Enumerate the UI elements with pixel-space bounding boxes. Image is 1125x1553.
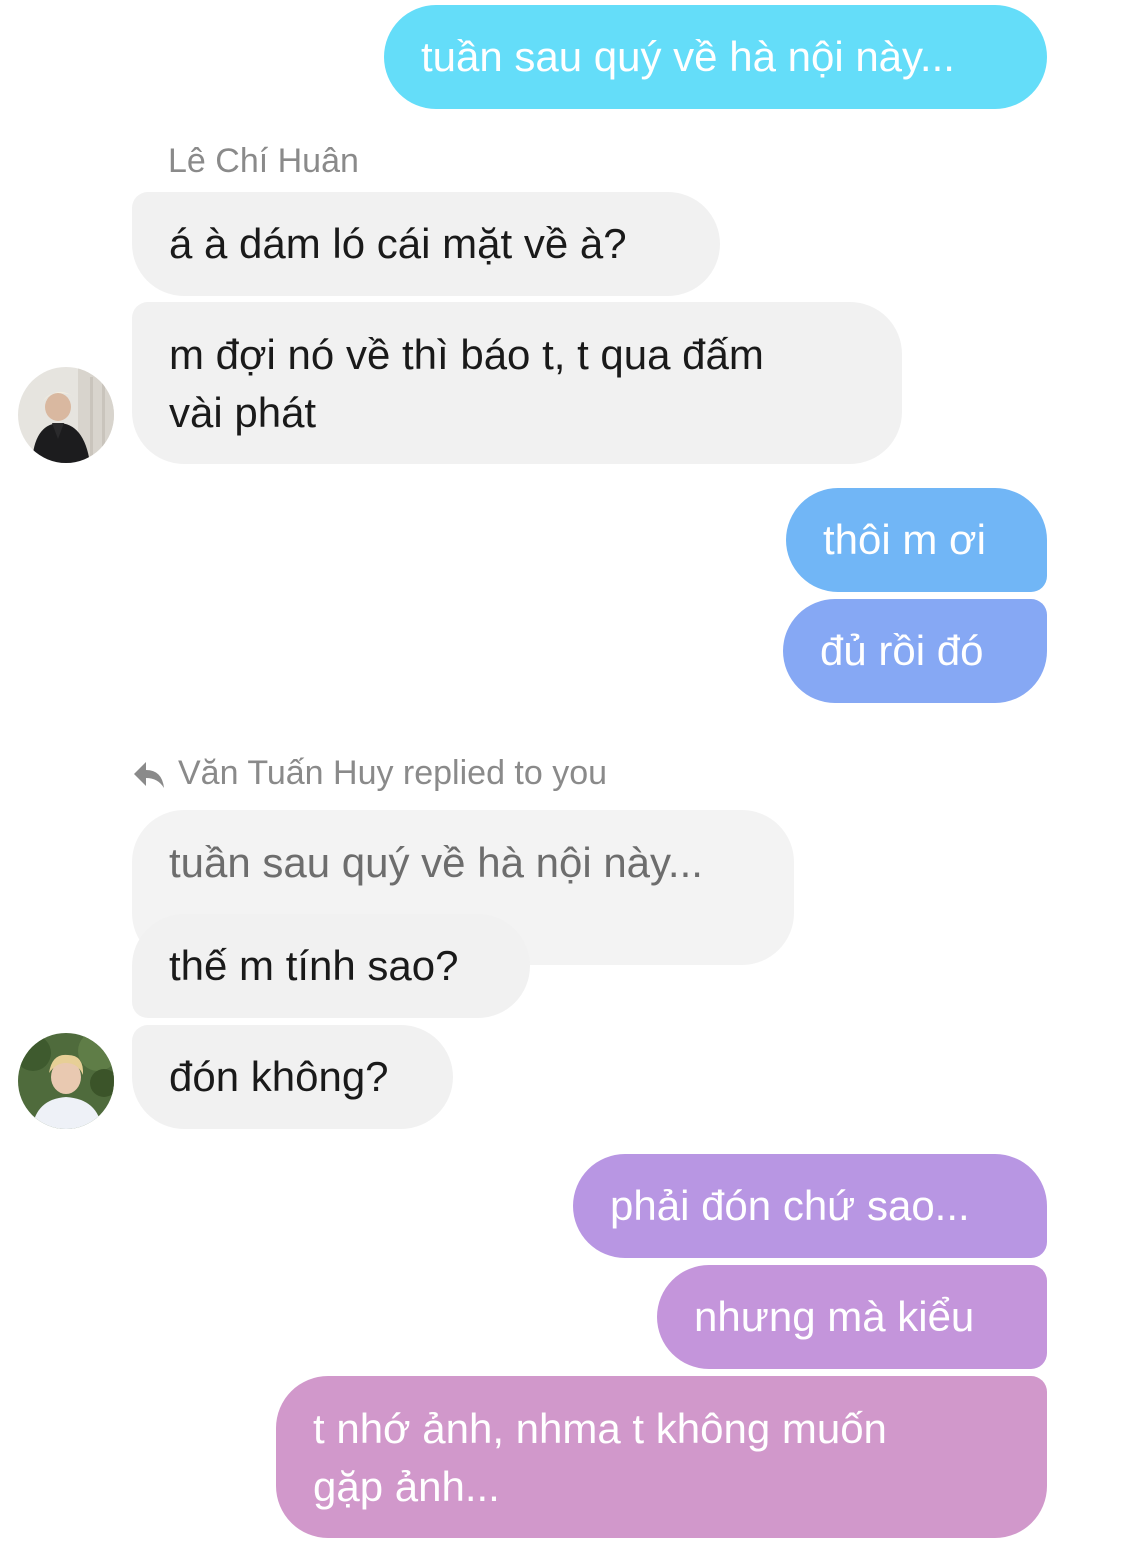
avatar-photo (18, 367, 114, 463)
outgoing-message-bubble[interactable]: thôi m ơi (786, 488, 1047, 592)
outgoing-message-bubble[interactable]: đủ rồi đó (783, 599, 1047, 703)
message-text: thôi m ơi (823, 516, 986, 563)
outgoing-message-bubble[interactable]: tuần sau quý về hà nội này... (384, 5, 1047, 109)
message-text-line: t nhớ ảnh, nhma t không muốn (313, 1405, 887, 1452)
message-text-line: gặp ảnh... (313, 1463, 500, 1510)
message-text: phải đón chứ sao... (610, 1182, 970, 1229)
incoming-message-bubble[interactable]: á à dám ló cái mặt về à? (132, 192, 720, 296)
incoming-message-bubble[interactable]: đón không? (132, 1025, 453, 1129)
message-text: á à dám ló cái mặt về à? (169, 220, 627, 267)
message-text: tuần sau quý về hà nội này... (421, 33, 955, 80)
outgoing-message-bubble[interactable]: phải đón chứ sao... (573, 1154, 1047, 1258)
avatar[interactable] (18, 367, 114, 463)
avatar[interactable] (18, 1033, 114, 1129)
outgoing-message-bubble[interactable]: t nhớ ảnh, nhma t không muốn gặp ảnh... (276, 1376, 1047, 1538)
message-text: đủ rồi đó (820, 627, 984, 674)
quoted-message-text: tuần sau quý về hà nội này... (169, 839, 703, 886)
incoming-message-bubble[interactable]: m đợi nó về thì báo t, t qua đấm vài phá… (132, 302, 902, 464)
message-text: đón không? (169, 1053, 389, 1100)
reply-arrow-icon (132, 760, 166, 795)
message-text: nhưng mà kiểu (694, 1293, 975, 1340)
message-text-line: vài phát (169, 389, 317, 436)
sender-name: Lê Chí Huân (168, 142, 359, 180)
outgoing-message-bubble[interactable]: nhưng mà kiểu (657, 1265, 1047, 1369)
reply-header-text: Văn Tuấn Huy replied to you (178, 754, 608, 792)
message-text-line: m đợi nó về thì báo t, t qua đấm (169, 331, 764, 378)
incoming-message-bubble[interactable]: thế m tính sao? (132, 914, 530, 1018)
message-text: thế m tính sao? (169, 942, 459, 989)
avatar-photo (18, 1033, 114, 1129)
